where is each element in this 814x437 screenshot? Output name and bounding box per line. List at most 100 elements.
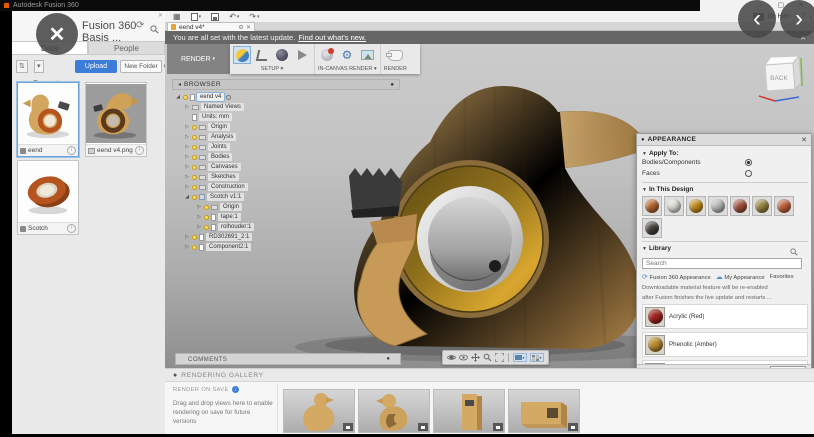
info-icon[interactable]: i <box>67 146 76 155</box>
view-cube[interactable]: BACK <box>753 50 807 106</box>
document-tab[interactable]: eend v4* ✕ <box>167 22 255 31</box>
sync-status-icon <box>238 25 243 29</box>
design-file-icon <box>20 225 26 232</box>
library-search-input[interactable] <box>642 258 802 269</box>
divider <box>642 241 808 242</box>
info-icon[interactable]: i <box>67 224 76 233</box>
data-panel: Fusion 360 Basis ... ⟳ ✕ Data People ⇅ ▾… <box>12 11 171 434</box>
file-name: eend v4.png <box>97 147 133 154</box>
notification-message: You are all set with the latest update. <box>173 33 296 42</box>
main-area: ▦ ▾ ↶▾ ↷▾ de Harr ▾ ? ▾ eend v4* ✕ You a… <box>165 11 814 434</box>
fusion-appearance-tab[interactable]: ⟳ Fusion 360 Appearance <box>642 273 711 281</box>
data-panel-toolbar: ⇅ ▾ Upload New Folder ⚙ <box>12 58 171 76</box>
render-status-badge-icon <box>343 423 353 431</box>
file-card-eend-v4-png[interactable]: eend v4.png i <box>85 82 147 157</box>
in-this-design-section-header[interactable]: ▼ In This Design <box>642 186 808 193</box>
material-swatch[interactable] <box>686 196 706 216</box>
material-swatch[interactable] <box>642 218 662 238</box>
material-swatch[interactable] <box>708 196 728 216</box>
render-on-save-label: RENDER ON SAVE <box>173 386 229 393</box>
apply-to-section-header[interactable]: ▼ Apply To: <box>642 150 808 157</box>
my-appearance-tab[interactable]: ☁ My Appearance <box>716 273 765 281</box>
material-row-phenolic-amber[interactable]: Phenolic (Amber) <box>642 332 808 357</box>
orbit-icon[interactable] <box>447 353 456 362</box>
comments-dot-icon[interactable]: ● <box>386 356 390 362</box>
upload-button[interactable]: Upload <box>75 60 117 73</box>
gallery-header[interactable]: ● RENDERING GALLERY <box>165 369 814 382</box>
eend-thumbnail <box>18 83 78 144</box>
library-notice-line2: after Fusion finishes the live update an… <box>642 295 772 301</box>
view-cube-face-label[interactable]: BACK <box>770 75 788 82</box>
info-icon[interactable]: i <box>231 386 239 393</box>
file-icon <box>190 12 198 21</box>
material-swatch[interactable] <box>664 196 684 216</box>
gallery-divider <box>277 384 278 432</box>
radio-unselected-icon[interactable] <box>745 170 752 177</box>
notification-link[interactable]: Find out what's new. <box>298 33 366 42</box>
tab-close-icon[interactable]: ✕ <box>246 24 251 31</box>
image-file-icon <box>88 147 95 154</box>
sort-icon[interactable]: ⇅ <box>16 60 28 73</box>
save-icon <box>211 12 220 21</box>
file-menu-button[interactable]: ▾ <box>190 12 201 21</box>
dialog-close-icon[interactable]: ✕ <box>801 136 807 144</box>
data-panel-close-icon[interactable]: ✕ <box>158 12 163 19</box>
overlay-next-button[interactable]: › <box>780 0 814 38</box>
fusion-logo-icon <box>4 3 9 8</box>
gallery-thumbnail-1[interactable] <box>283 389 355 433</box>
search-icon[interactable] <box>150 21 159 39</box>
card-label-row: Scotch i <box>18 222 78 234</box>
gallery-title: RENDERING GALLERY <box>181 371 264 379</box>
tab-people[interactable]: People <box>88 41 165 55</box>
app-grid-icon[interactable]: ▦ <box>173 12 181 21</box>
navbar-divider <box>508 353 509 362</box>
save-button[interactable] <box>211 12 220 21</box>
cloud-icon: ☁ <box>715 274 723 281</box>
library-source-tabs: ⟳ Fusion 360 Appearance ☁ My Appearance … <box>642 273 808 281</box>
apply-to-bodies-option[interactable]: Bodies/Components <box>642 157 808 168</box>
gallery-thumbnail-4[interactable] <box>508 389 580 433</box>
view-options-chevron-icon[interactable]: ▾ <box>34 60 44 73</box>
file-name: Scotch <box>28 225 48 232</box>
favorites-tab[interactable]: Favorites <box>770 274 794 280</box>
card-label-row: eend v4.png i <box>86 144 146 156</box>
appearance-dialog-header[interactable]: ● APPEARANCE ✕ <box>637 134 811 146</box>
app-title-bar: Autodesk Fusion 360 <box>0 0 814 11</box>
new-folder-button[interactable]: New Folder <box>120 60 162 73</box>
overlay-prev-button[interactable]: ‹ <box>738 0 776 38</box>
radio-selected-icon[interactable] <box>745 159 752 166</box>
comments-bar[interactable]: COMMENTS ● <box>175 353 401 365</box>
viewport[interactable]: RENDER ▾ SETUP ▾ ⚙ IN-CANVAS RENDER ▾ RE… <box>165 44 814 368</box>
gallery-thumbnail-3[interactable] <box>433 389 505 433</box>
card-label-row: eend i <box>18 144 78 156</box>
file-card-scotch[interactable]: Scotch i <box>17 160 79 235</box>
viewports-button[interactable]: ▾ <box>530 353 544 362</box>
overlay-close-button[interactable]: ✕ <box>36 13 78 55</box>
material-swatch[interactable] <box>730 196 750 216</box>
display-settings-button[interactable]: ▾ <box>513 353 527 362</box>
render-on-save-row[interactable]: RENDER ON SAVE i <box>173 386 273 393</box>
apply-to-faces-option[interactable]: Faces <box>642 168 808 179</box>
redo-button[interactable]: ↷ ▾ <box>249 12 259 21</box>
zoom-icon[interactable] <box>483 353 492 362</box>
look-at-icon[interactable] <box>459 353 468 362</box>
file-card-eend[interactable]: eend i <box>17 82 79 157</box>
material-row-acrylic-red[interactable]: Acrylic (Red) <box>642 304 808 329</box>
document-icon <box>171 24 176 30</box>
refresh-icon[interactable]: ⟳ <box>136 20 144 31</box>
material-preview <box>645 306 665 327</box>
fit-icon[interactable] <box>495 353 504 362</box>
render-status-badge-icon <box>568 423 578 431</box>
material-swatch[interactable] <box>774 196 794 216</box>
material-swatch[interactable] <box>752 196 772 216</box>
library-section-header[interactable]: ▼ Library <box>642 245 808 252</box>
pan-icon[interactable] <box>471 353 480 362</box>
render-status-badge-icon <box>418 423 428 431</box>
undo-button[interactable]: ↶ ▾ <box>229 12 239 21</box>
render-status-badge-icon <box>493 423 503 431</box>
gallery-thumbnail-2[interactable] <box>358 389 430 433</box>
document-tab-strip: eend v4* ✕ <box>165 22 814 31</box>
info-icon[interactable]: i <box>135 146 144 155</box>
document-tab-title: eend v4* <box>179 23 205 31</box>
material-swatch[interactable] <box>642 196 662 216</box>
